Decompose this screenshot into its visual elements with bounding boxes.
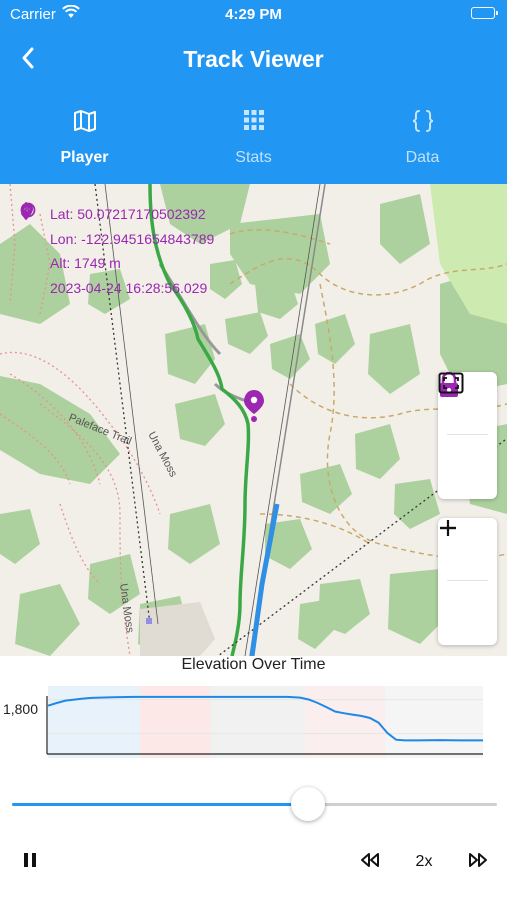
tab-data-label: Data: [405, 149, 440, 166]
fit-screen-button[interactable]: [438, 372, 497, 497]
tab-player-label: Player: [60, 149, 109, 166]
chart-title: Elevation Over Time: [181, 656, 326, 673]
timeline-slider[interactable]: [12, 787, 497, 821]
status-time: 4:29 PM: [225, 6, 282, 23]
elevation-plot[interactable]: 1,800: [0, 656, 507, 776]
grid-icon: [169, 108, 338, 136]
elevation-chart: Elevation Over Time 1,800: [0, 656, 507, 776]
page-title: Track Viewer: [183, 46, 324, 72]
tab-stats-label: Stats: [235, 149, 272, 166]
clock-icon: [20, 202, 42, 298]
map-view[interactable]: Paleface Trail Una Moss Una Moss Lat: 50…: [0, 184, 507, 656]
braces-icon: [338, 108, 507, 136]
timestamp-value: 2023-04-24 16:28:56.029: [50, 279, 208, 296]
slider-active-track: [12, 803, 308, 806]
latitude-value: Lat: 50.07217170502392: [50, 206, 206, 222]
rewind-button[interactable]: [352, 840, 388, 884]
map-icon: [0, 108, 169, 136]
track-info-overlay: Lat: 50.07217170502392 Lon: -122.9451654…: [20, 202, 214, 300]
moss-label-1: Una Moss: [145, 430, 179, 480]
zoom-out-button[interactable]: [438, 526, 497, 643]
playback-controls: 2x: [0, 840, 507, 884]
tab-bar: Player Stats Data: [0, 92, 507, 275]
tab-stats[interactable]: Stats: [169, 92, 338, 184]
pause-button[interactable]: [12, 840, 48, 884]
map-zoom-controls: [438, 518, 497, 645]
tab-data[interactable]: Data: [338, 92, 507, 184]
speed-button[interactable]: 2x: [404, 840, 444, 884]
map-lock-fit-controls: [438, 372, 497, 499]
fast-forward-button[interactable]: [460, 840, 496, 884]
app-bar: Track Viewer: [0, 28, 507, 92]
status-bar: Carrier 4:29 PM: [0, 0, 507, 28]
rewind-icon: [359, 852, 381, 873]
longitude-value: Lon: -122.9451654843789: [50, 230, 215, 247]
slider-thumb[interactable]: [290, 787, 325, 821]
battery-icon: [471, 7, 498, 19]
altitude-value: Alt: 1749 m: [50, 255, 121, 271]
tab-player[interactable]: Player: [0, 92, 169, 184]
pause-icon: [21, 851, 39, 874]
y-tick-label: 1,800: [3, 701, 38, 717]
fast-forward-icon: [467, 852, 489, 873]
altitude-icon: [20, 202, 42, 273]
